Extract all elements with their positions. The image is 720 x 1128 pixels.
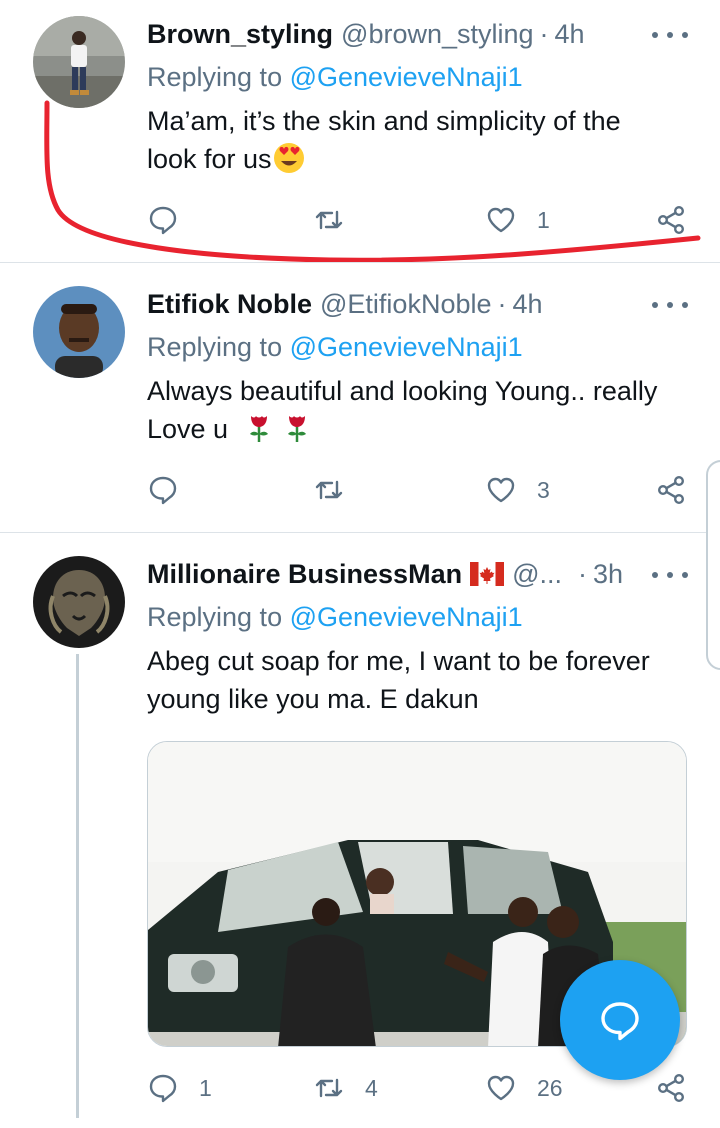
mention-link[interactable]: @GenevieveNnaji1 xyxy=(290,602,523,632)
tweet-text: Always beautiful and looking Young.. rea… xyxy=(147,372,697,448)
author-handle[interactable]: @EtifiokNoble xyxy=(320,289,491,320)
avatar[interactable] xyxy=(33,16,125,108)
thread-connector-line xyxy=(76,654,79,1118)
more-options-button[interactable] xyxy=(652,560,688,590)
retweet-icon xyxy=(315,480,343,500)
tweet-text-line: look for us xyxy=(147,144,272,174)
heart-icon xyxy=(487,1075,515,1101)
share-icon xyxy=(657,476,685,505)
author-handle[interactable]: @... xyxy=(512,559,562,590)
share-button[interactable] xyxy=(655,200,687,240)
tweet-text-line: Love u xyxy=(147,414,229,444)
more-dots-icon xyxy=(652,572,658,578)
heart-icon xyxy=(487,207,515,233)
tweet-text-line: Abeg cut soap for me, I want to be forev… xyxy=(147,646,650,676)
tweet-text-line: Always beautiful and looking Young.. rea… xyxy=(147,376,658,406)
reply-button[interactable] xyxy=(147,200,199,240)
separator-dot: · xyxy=(539,18,549,49)
tweet-text-line: Ma’am, it’s the skin and simplicity of t… xyxy=(147,106,621,136)
tweet-text-line: young like you ma. E dakun xyxy=(147,684,479,714)
reply-button[interactable] xyxy=(147,470,199,510)
tweet-actions: 3 xyxy=(147,470,707,510)
divider xyxy=(0,262,720,263)
retweet-button[interactable] xyxy=(313,470,365,510)
tweet-text: Ma’am, it’s the skin and simplicity of t… xyxy=(147,102,697,178)
author-name[interactable]: Millionaire BusinessMan xyxy=(147,559,462,590)
heart-icon xyxy=(487,477,515,503)
compose-reply-icon xyxy=(601,1002,639,1041)
replying-to: Replying to @GenevieveNnaji1 xyxy=(147,332,523,362)
reply-button[interactable]: 1 xyxy=(147,1068,212,1108)
replying-to: Replying to @GenevieveNnaji1 xyxy=(147,62,523,92)
tweet-actions: 1 xyxy=(147,200,707,240)
side-scroll-handle[interactable] xyxy=(706,460,720,670)
mention-link[interactable]: @GenevieveNnaji1 xyxy=(290,332,523,362)
separator-dot: · xyxy=(578,558,587,589)
separator-dot: · xyxy=(497,288,507,319)
compose-reply-button[interactable] xyxy=(560,960,680,1080)
share-button[interactable] xyxy=(655,470,687,510)
rose-emoji xyxy=(287,416,306,442)
more-options-button[interactable] xyxy=(652,290,688,320)
more-options-button[interactable] xyxy=(652,20,688,50)
reply-icon xyxy=(149,1074,177,1103)
tweet-header: Millionaire BusinessMan @... · 3h xyxy=(147,556,623,592)
retweet-button[interactable]: 4 xyxy=(313,1068,378,1108)
share-button[interactable] xyxy=(655,1068,687,1108)
tweet-header: Brown_styling @brown_styling · 4h xyxy=(147,16,585,52)
avatar[interactable] xyxy=(33,286,125,378)
more-dots-icon xyxy=(652,302,658,308)
retweet-icon xyxy=(315,210,343,230)
author-handle[interactable]: @brown_styling xyxy=(341,19,534,50)
retweet-button[interactable] xyxy=(313,200,365,240)
tweet-header: Etifiok Noble @EtifiokNoble · 4h xyxy=(147,286,543,322)
rose-emoji xyxy=(249,416,268,442)
retweet-icon xyxy=(315,1078,343,1098)
like-button[interactable]: 3 xyxy=(485,470,550,510)
avatar[interactable] xyxy=(33,556,125,648)
like-button[interactable]: 1 xyxy=(485,200,550,240)
reply-icon xyxy=(149,476,177,505)
timestamp[interactable]: 4h xyxy=(513,289,543,320)
like-button[interactable]: 26 xyxy=(485,1068,563,1108)
divider xyxy=(0,532,720,533)
author-name[interactable]: Brown_styling xyxy=(147,19,333,50)
replying-to: Replying to @GenevieveNnaji1 xyxy=(147,602,523,632)
more-dots-icon xyxy=(652,32,658,38)
tweet-text: Abeg cut soap for me, I want to be forev… xyxy=(147,642,697,718)
share-icon xyxy=(657,206,685,235)
author-name[interactable]: Etifiok Noble xyxy=(147,289,312,320)
reply-icon xyxy=(149,206,177,235)
heart-eyes-emoji xyxy=(273,143,304,173)
timestamp[interactable]: 3h xyxy=(593,559,623,590)
share-icon xyxy=(657,1074,685,1103)
timestamp[interactable]: 4h xyxy=(555,19,585,50)
canada-flag xyxy=(470,562,505,586)
mention-link[interactable]: @GenevieveNnaji1 xyxy=(290,62,523,92)
